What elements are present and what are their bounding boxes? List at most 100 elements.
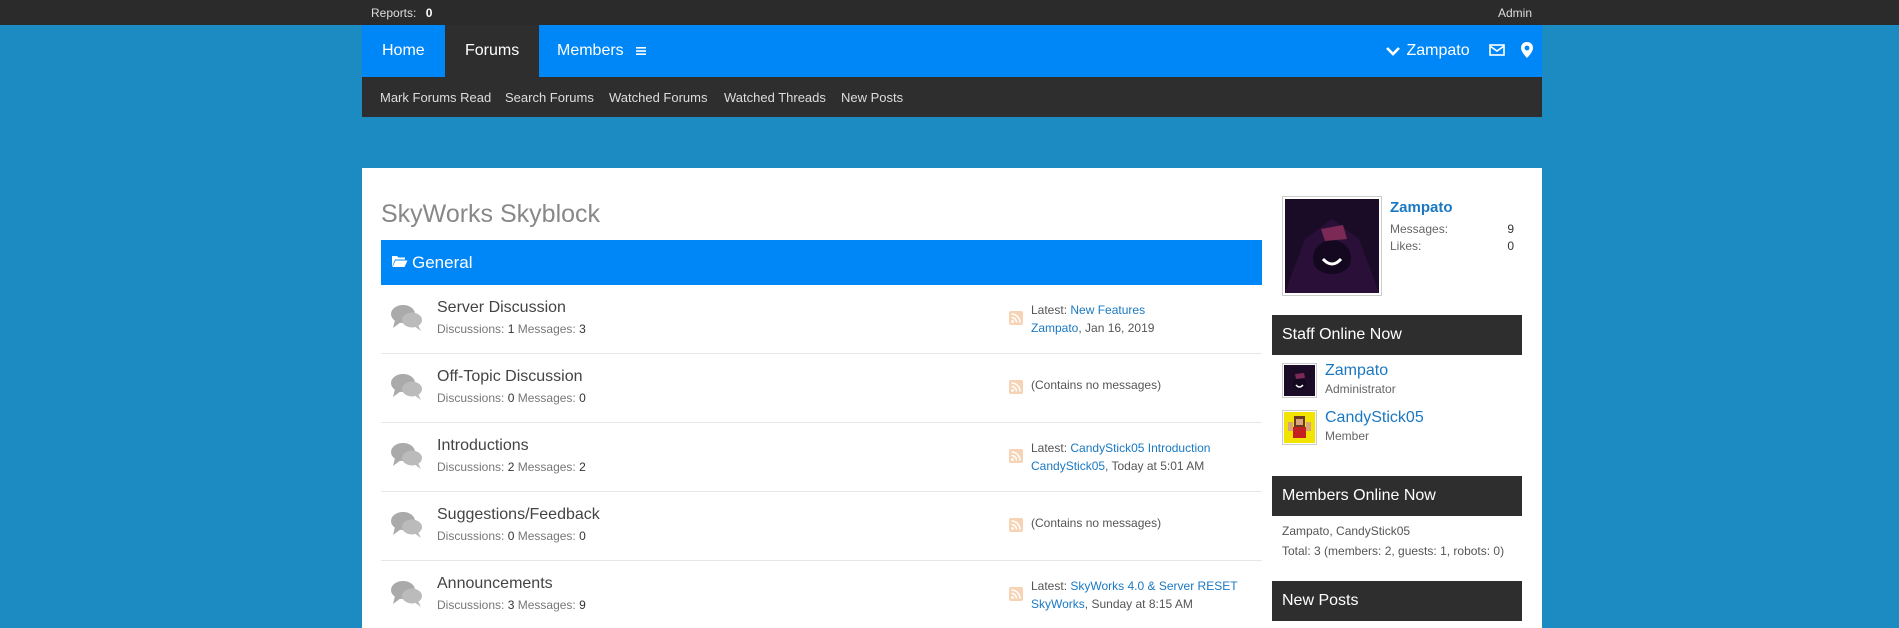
new-posts-link[interactable]: New Posts	[841, 90, 903, 105]
latest-thread-link[interactable]: SkyWorks 4.0 & Server RESET	[1070, 579, 1237, 593]
latest-user-link[interactable]: SkyWorks	[1031, 597, 1085, 611]
forum-stats: Discussions: 1 Messages: 3	[437, 322, 586, 336]
rss-icon[interactable]	[1009, 311, 1023, 325]
discussions-label: Discussions:	[437, 598, 505, 612]
category-header[interactable]: General	[381, 240, 1262, 285]
messages-count: 3	[579, 322, 586, 336]
search-forums-link[interactable]: Search Forums	[505, 90, 594, 105]
latest-label: Latest:	[1031, 303, 1068, 317]
reports-link[interactable]: Reports: 0	[371, 6, 432, 20]
folder-open-icon	[392, 256, 408, 267]
latest-thread-link[interactable]: CandyStick05 Introduction	[1070, 441, 1210, 455]
messages-label: Messages:	[517, 598, 576, 612]
latest-time: , Sunday at 8:15 AM	[1084, 597, 1193, 611]
profile-username[interactable]: Zampato	[1390, 199, 1453, 216]
discussions-count: 3	[507, 598, 515, 612]
watched-threads-link[interactable]: Watched Threads	[724, 90, 826, 105]
staff-role: Member	[1325, 429, 1370, 443]
forum-title[interactable]: Server Discussion	[437, 299, 566, 317]
forum-row: Server Discussion Discussions: 1 Message…	[381, 285, 1262, 354]
map-marker-icon[interactable]	[1518, 41, 1536, 59]
page-title: SkyWorks Skyblock	[381, 200, 601, 228]
forum-stats: Discussions: 0 Messages: 0	[437, 391, 586, 405]
discussion-icon	[391, 374, 422, 400]
online-total: Total: 3 (members: 2, guests: 1, robots:…	[1282, 544, 1505, 558]
rss-icon[interactable]	[1009, 449, 1023, 463]
reports-count: 0	[425, 6, 433, 20]
forum-title[interactable]: Announcements	[437, 575, 553, 593]
messages-count: 9	[579, 598, 586, 612]
mark-forums-read-link[interactable]: Mark Forums Read	[380, 90, 491, 105]
latest-post: Latest: CandyStick05 Introduction CandyS…	[1031, 439, 1210, 475]
category-label[interactable]: General	[412, 253, 472, 273]
main-nav: Home Forums Members Zampato	[362, 25, 1542, 77]
discussion-icon	[391, 443, 422, 469]
avatar[interactable]	[1282, 363, 1317, 398]
discussions-label: Discussions:	[437, 529, 505, 543]
likes-label: Likes:	[1390, 239, 1422, 253]
members-online-heading: Members Online Now	[1272, 476, 1522, 516]
sub-nav: Mark Forums Read Search Forums Watched F…	[362, 77, 1542, 117]
messages-count: 0	[579, 391, 586, 405]
envelope-icon[interactable]	[1488, 41, 1506, 59]
discussions-count: 2	[507, 460, 515, 474]
staff-online-heading: Staff Online Now	[1272, 315, 1522, 355]
profile-messages: Messages: 9	[1390, 222, 1514, 236]
staff-name[interactable]: CandyStick05	[1325, 409, 1424, 427]
online-members-list[interactable]: Zampato, CandyStick05	[1282, 524, 1410, 538]
discussion-icon	[391, 512, 422, 538]
profile-likes: Likes: 0	[1390, 239, 1514, 253]
rss-icon[interactable]	[1009, 518, 1023, 532]
tab-members-label: Members	[557, 42, 624, 59]
latest-thread-link[interactable]: New Features	[1070, 303, 1145, 317]
discussions-label: Discussions:	[437, 391, 505, 405]
forum-stats: Discussions: 2 Messages: 2	[437, 460, 586, 474]
menu-icon[interactable]	[636, 46, 647, 56]
new-posts-heading: New Posts	[1272, 581, 1522, 621]
user-menu[interactable]: Zampato	[1386, 25, 1470, 77]
likes-value: 0	[1507, 239, 1514, 253]
discussions-count: 0	[507, 391, 515, 405]
main-content: SkyWorks Skyblock General Server Discuss…	[362, 168, 1542, 628]
chevron-down-icon	[1386, 46, 1400, 56]
messages-label: Messages:	[517, 460, 576, 474]
admin-bar: Reports: 0 Admin	[0, 0, 1899, 25]
no-messages-text: (Contains no messages)	[1031, 378, 1162, 392]
tab-members[interactable]: Members	[537, 25, 647, 77]
admin-link[interactable]: Admin	[1498, 6, 1532, 20]
discussions-count: 1	[507, 322, 515, 336]
latest-label: Latest:	[1031, 579, 1068, 593]
messages-value: 9	[1507, 222, 1514, 236]
tab-forums[interactable]: Forums	[445, 25, 540, 77]
user-name: Zampato	[1406, 42, 1470, 59]
messages-count: 0	[579, 529, 586, 543]
staff-member: CandyStick05 Member	[1282, 407, 1522, 447]
forum-title[interactable]: Suggestions/Feedback	[437, 506, 600, 524]
avatar[interactable]	[1282, 196, 1382, 296]
forum-row: Introductions Discussions: 2 Messages: 2…	[381, 423, 1262, 492]
tab-home[interactable]: Home	[362, 25, 445, 77]
discussions-label: Discussions:	[437, 322, 505, 336]
forum-row: Off-Topic Discussion Discussions: 0 Mess…	[381, 354, 1262, 423]
messages-label: Messages:	[517, 322, 576, 336]
watched-forums-link[interactable]: Watched Forums	[609, 90, 708, 105]
latest-time: , Jan 16, 2019	[1078, 321, 1155, 335]
latest-user-link[interactable]: Zampato	[1031, 321, 1078, 335]
staff-role: Administrator	[1325, 382, 1396, 396]
avatar-image	[1284, 412, 1315, 443]
forum-title[interactable]: Off-Topic Discussion	[437, 368, 583, 386]
forum-title[interactable]: Introductions	[437, 437, 529, 455]
latest-user-link[interactable]: CandyStick05	[1031, 459, 1105, 473]
discussion-icon	[391, 305, 422, 331]
latest-time: , Today at 5:01 AM	[1105, 459, 1205, 473]
forum-row: Suggestions/Feedback Discussions: 0 Mess…	[381, 492, 1262, 561]
messages-label: Messages:	[517, 391, 576, 405]
discussion-icon	[391, 581, 422, 607]
staff-member: Zampato Administrator	[1282, 360, 1522, 400]
rss-icon[interactable]	[1009, 380, 1023, 394]
staff-name[interactable]: Zampato	[1325, 362, 1388, 380]
messages-label: Messages:	[1390, 222, 1449, 236]
avatar[interactable]	[1282, 410, 1317, 445]
rss-icon[interactable]	[1009, 587, 1023, 601]
avatar-image	[1285, 199, 1379, 293]
